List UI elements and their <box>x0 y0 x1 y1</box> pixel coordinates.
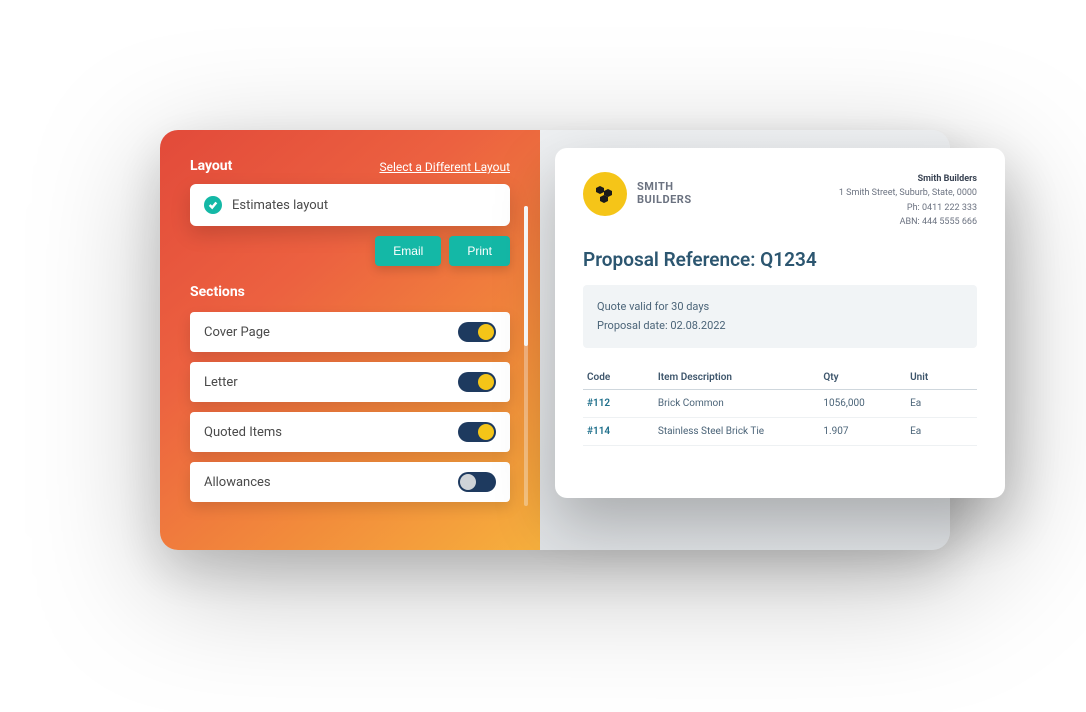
proposal-date: Proposal date: 02.08.2022 <box>597 316 963 336</box>
sections-heading: Sections <box>190 284 510 300</box>
cell-code: #112 <box>583 390 654 418</box>
company-address: Smith Builders 1 Smith Street, Suburb, S… <box>839 172 977 230</box>
col-desc: Item Description <box>654 366 819 390</box>
section-item-cover-page: Cover Page <box>190 312 510 352</box>
layout-heading: Layout <box>190 158 232 174</box>
proposal-preview: SMITH BUILDERS Smith Builders 1 Smith St… <box>555 148 1005 498</box>
company-name: Smith Builders <box>839 172 977 186</box>
print-button[interactable]: Print <box>449 236 510 266</box>
cell-qty: 1056,000 <box>819 390 906 418</box>
section-item-allowances: Allowances <box>190 462 510 502</box>
scroll-thumb[interactable] <box>524 206 528 346</box>
toggle-quoted-items[interactable] <box>458 422 496 442</box>
table-row: #114 Stainless Steel Brick Tie 1.907 Ea <box>583 418 977 446</box>
scrollbar[interactable] <box>524 206 528 506</box>
company-street: 1 Smith Street, Suburb, State, 0000 <box>839 186 977 200</box>
cell-desc: Stainless Steel Brick Tie <box>654 418 819 446</box>
quote-valid: Quote valid for 30 days <box>597 297 963 317</box>
table-row: #112 Brick Common 1056,000 Ea <box>583 390 977 418</box>
section-label: Cover Page <box>204 325 270 340</box>
section-label: Quoted Items <box>204 425 282 440</box>
section-item-letter: Letter <box>190 362 510 402</box>
toggle-allowances[interactable] <box>458 472 496 492</box>
layout-panel: Layout Select a Different Layout Estimat… <box>160 130 540 550</box>
logo-icon <box>583 172 627 216</box>
selected-layout[interactable]: Estimates layout <box>190 184 510 226</box>
proposal-info: Quote valid for 30 days Proposal date: 0… <box>583 285 977 349</box>
company-phone: Ph: 0411 222 333 <box>839 201 977 215</box>
check-icon <box>204 196 222 214</box>
col-qty: Qty <box>819 366 906 390</box>
cell-qty: 1.907 <box>819 418 906 446</box>
cell-code: #114 <box>583 418 654 446</box>
email-button[interactable]: Email <box>375 236 441 266</box>
company-abn: ABN: 444 5555 666 <box>839 215 977 229</box>
cell-desc: Brick Common <box>654 390 819 418</box>
brand: SMITH BUILDERS <box>583 172 692 216</box>
proposal-title: Proposal Reference: Q1234 <box>583 248 977 271</box>
cell-unit: Ea <box>906 418 977 446</box>
items-table: Code Item Description Qty Unit #112 Bric… <box>583 366 977 446</box>
section-item-quoted-items: Quoted Items <box>190 412 510 452</box>
selected-layout-label: Estimates layout <box>232 198 328 213</box>
toggle-cover-page[interactable] <box>458 322 496 342</box>
cell-unit: Ea <box>906 390 977 418</box>
toggle-letter[interactable] <box>458 372 496 392</box>
brand-name-line2: BUILDERS <box>637 194 692 207</box>
col-unit: Unit <box>906 366 977 390</box>
section-label: Letter <box>204 375 238 390</box>
select-different-layout-link[interactable]: Select a Different Layout <box>379 160 510 174</box>
col-code: Code <box>583 366 654 390</box>
section-label: Allowances <box>204 475 271 490</box>
